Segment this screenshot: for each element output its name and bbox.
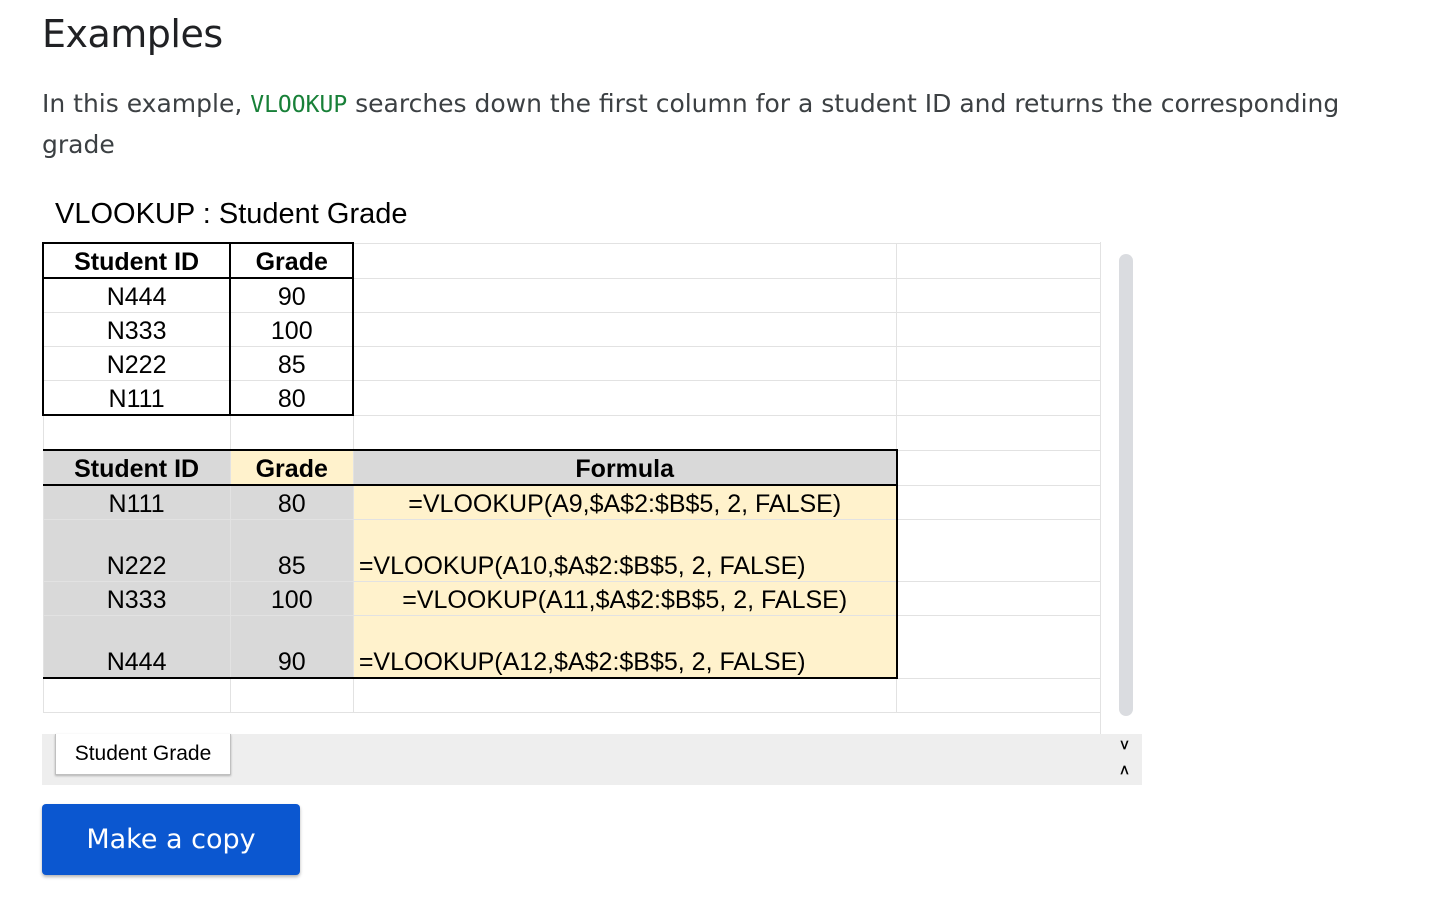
empty-cell[interactable] — [896, 449, 1106, 486]
table-row — [42, 677, 1142, 713]
table-row: Student ID Grade — [42, 242, 1142, 279]
empty-cell[interactable] — [42, 414, 231, 451]
sheet-table: Student ID Grade N444 90 N333 100 N222 8… — [42, 242, 1142, 713]
empty-cell[interactable] — [896, 242, 1106, 279]
table-cell[interactable]: N222 — [42, 519, 231, 582]
table-cell[interactable]: N222 — [42, 346, 232, 381]
table-row: N222 85 — [42, 346, 1142, 381]
empty-cell[interactable] — [896, 677, 1106, 713]
table-row: N111 80 =VLOOKUP(A9,$A$2:$B$5, 2, FALSE) — [42, 484, 1142, 520]
table-cell[interactable]: N111 — [42, 380, 232, 416]
empty-cell[interactable] — [896, 312, 1106, 347]
table-row — [42, 414, 1142, 451]
table-row: N444 90 =VLOOKUP(A12,$A$2:$B$5, 2, FALSE… — [42, 615, 1142, 679]
empty-cell[interactable] — [896, 519, 1106, 582]
empty-cell[interactable] — [352, 312, 898, 347]
table-row: Student ID Grade Formula — [42, 449, 1142, 486]
header-cell[interactable]: Student ID — [42, 449, 231, 486]
header-cell[interactable]: Student ID — [42, 242, 232, 279]
formula-cell[interactable]: =VLOOKUP(A11,$A$2:$B$5, 2, FALSE) — [352, 581, 898, 616]
embedded-sheet-title: VLOOKUP : Student Grade — [55, 198, 408, 230]
empty-cell[interactable] — [352, 277, 898, 313]
header-cell[interactable]: Grade — [229, 449, 354, 486]
header-cell[interactable]: Grade — [229, 242, 355, 279]
table-cell[interactable]: 80 — [229, 484, 354, 520]
table-cell[interactable]: 85 — [229, 519, 354, 582]
empty-cell[interactable] — [352, 414, 898, 451]
sheet-tab-bar: Student Grade > < — [42, 734, 1142, 785]
scroll-tabs-up-icon[interactable]: > — [1116, 737, 1132, 753]
empty-cell[interactable] — [896, 581, 1106, 616]
empty-cell[interactable] — [352, 242, 898, 279]
table-cell[interactable]: 90 — [229, 615, 354, 679]
table-row: N444 90 — [42, 277, 1142, 313]
empty-cell[interactable] — [896, 277, 1106, 313]
intro-paragraph: In this example, VLOOKUP searches down t… — [42, 84, 1402, 165]
table-cell[interactable]: N333 — [42, 581, 231, 616]
empty-cell[interactable] — [352, 380, 898, 416]
table-cell[interactable]: 100 — [229, 581, 354, 616]
header-cell[interactable]: Formula — [352, 449, 898, 486]
empty-cell[interactable] — [229, 414, 354, 451]
table-row: N333 100 — [42, 312, 1142, 347]
empty-cell[interactable] — [352, 677, 898, 713]
scrollbar-thumb[interactable] — [1119, 254, 1133, 716]
table-cell[interactable]: N333 — [42, 312, 232, 347]
table-cell[interactable]: 90 — [229, 277, 355, 313]
table-row: N111 80 — [42, 380, 1142, 416]
empty-cell[interactable] — [42, 677, 231, 713]
vertical-scrollbar[interactable] — [1100, 242, 1143, 734]
section-heading: Examples — [42, 12, 223, 56]
empty-cell[interactable] — [352, 346, 898, 381]
intro-text-before: In this example, — [42, 89, 251, 118]
empty-cell[interactable] — [896, 484, 1106, 520]
empty-cell[interactable] — [896, 380, 1106, 416]
empty-cell[interactable] — [896, 414, 1106, 451]
empty-cell[interactable] — [896, 346, 1106, 381]
spreadsheet-grid[interactable]: Student ID Grade N444 90 N333 100 N222 8… — [42, 242, 1142, 734]
make-a-copy-button[interactable]: Make a copy — [42, 804, 300, 875]
empty-cell[interactable] — [896, 615, 1106, 679]
empty-cell[interactable] — [229, 677, 354, 713]
table-cell[interactable]: N444 — [42, 615, 231, 679]
formula-cell[interactable]: =VLOOKUP(A12,$A$2:$B$5, 2, FALSE) — [352, 615, 898, 679]
table-row: N222 85 =VLOOKUP(A10,$A$2:$B$5, 2, FALSE… — [42, 519, 1142, 582]
formula-cell[interactable]: =VLOOKUP(A9,$A$2:$B$5, 2, FALSE) — [352, 484, 898, 520]
table-cell[interactable]: 85 — [229, 346, 355, 381]
scroll-tabs-down-icon[interactable]: < — [1116, 762, 1132, 778]
table-row: N333 100 =VLOOKUP(A11,$A$2:$B$5, 2, FALS… — [42, 581, 1142, 616]
table-cell[interactable]: N444 — [42, 277, 232, 313]
formula-cell[interactable]: =VLOOKUP(A10,$A$2:$B$5, 2, FALSE) — [352, 519, 898, 582]
sheet-tab-student-grade[interactable]: Student Grade — [55, 734, 231, 775]
table-cell[interactable]: 100 — [229, 312, 355, 347]
vlookup-code: VLOOKUP — [250, 92, 348, 118]
table-cell[interactable]: N111 — [42, 484, 231, 520]
table-cell[interactable]: 80 — [229, 380, 355, 416]
